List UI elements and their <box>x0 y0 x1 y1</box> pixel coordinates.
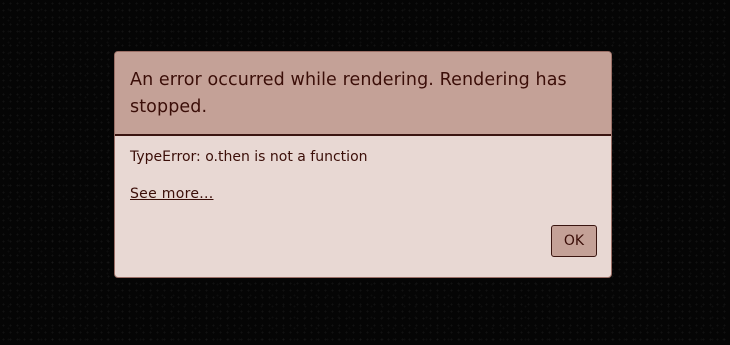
error-message: TypeError: o.then is not a function <box>130 149 368 165</box>
dialog-header: An error occurred while rendering. Rende… <box>115 52 611 136</box>
see-more-link[interactable]: See more... <box>130 185 213 203</box>
error-dialog: An error occurred while rendering. Rende… <box>114 51 612 278</box>
dialog-body: TypeError: o.then is not a function See … <box>115 136 611 203</box>
dialog-title: An error occurred while rendering. Rende… <box>130 70 567 117</box>
ok-button[interactable]: OK <box>551 225 597 257</box>
